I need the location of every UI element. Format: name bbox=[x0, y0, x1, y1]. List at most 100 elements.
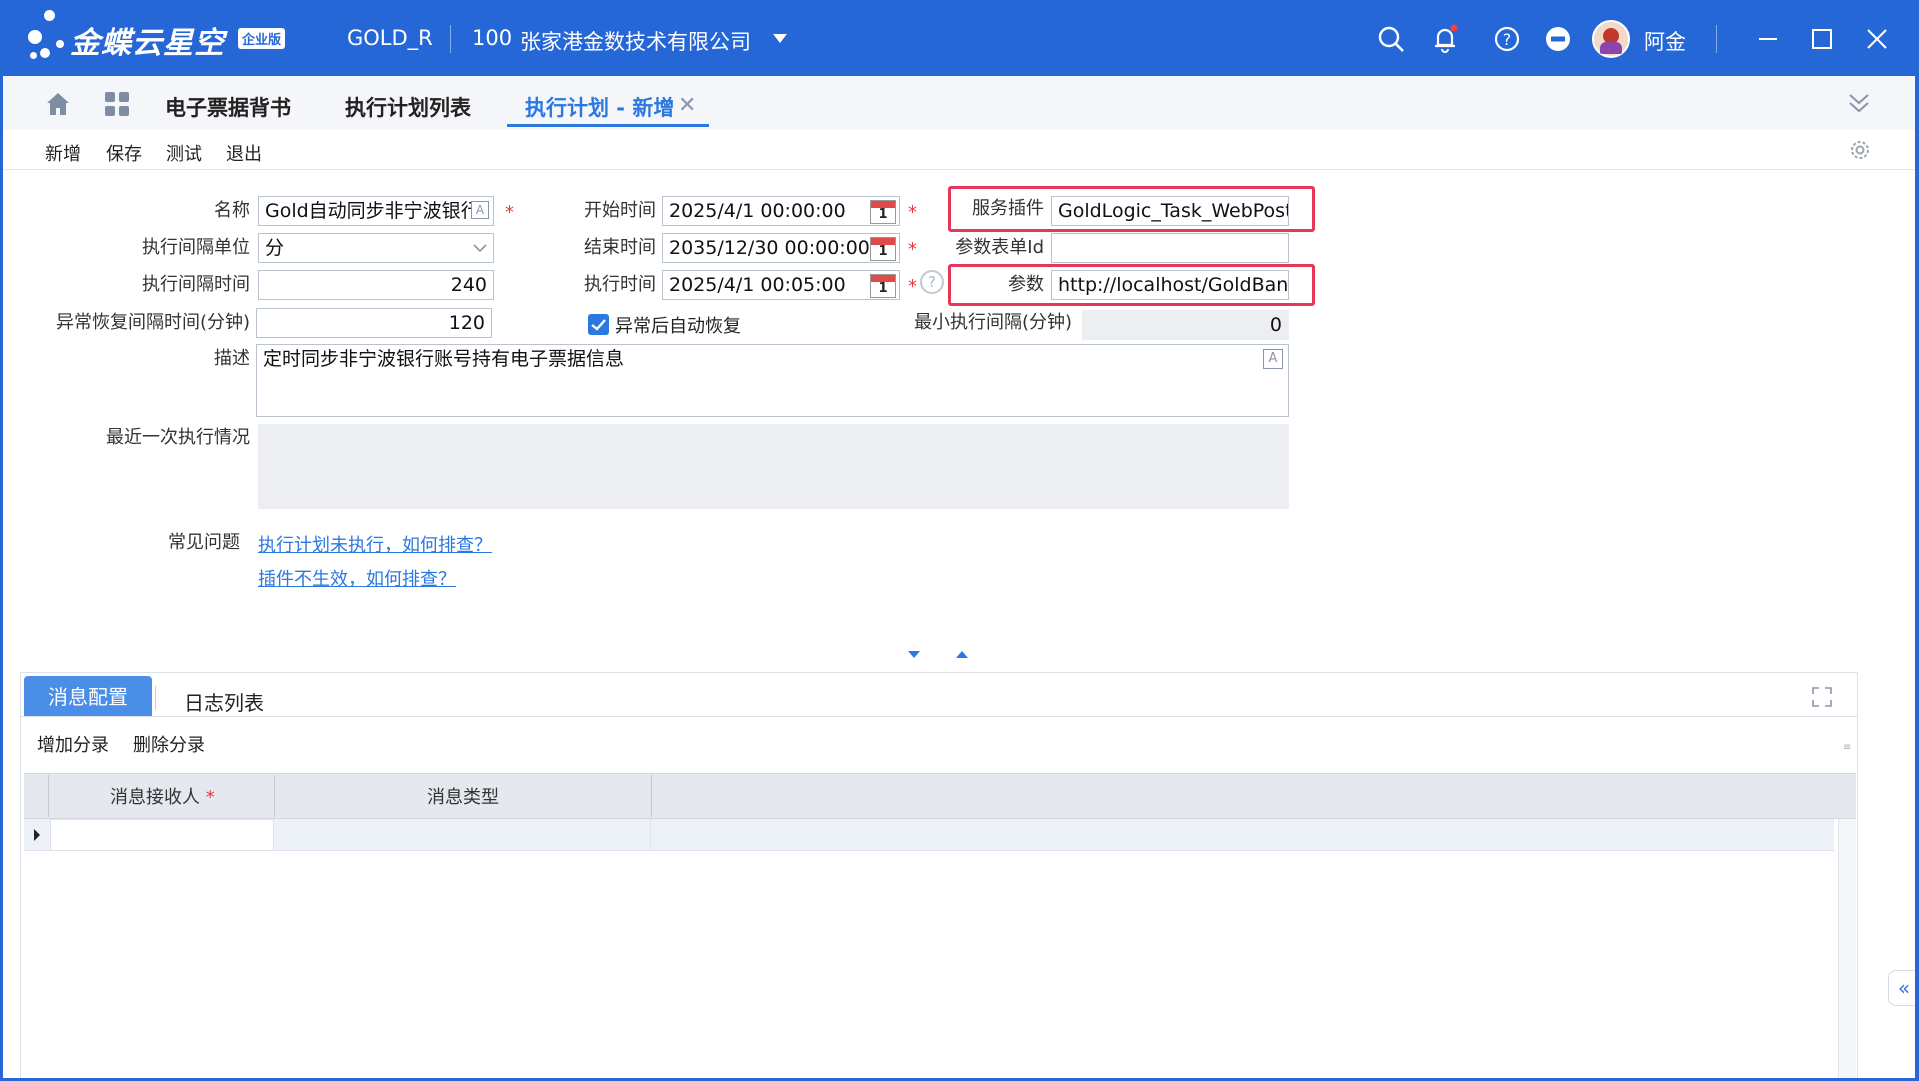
expand-icon[interactable] bbox=[1811, 686, 1833, 708]
param-form-id-input[interactable] bbox=[1051, 233, 1289, 263]
tab-plan-new[interactable]: 执行计划 - 新增 bbox=[525, 92, 674, 122]
recover-interval-label: 异常恢复间隔时间(分钟) bbox=[55, 312, 250, 333]
required-mark: * bbox=[908, 276, 917, 297]
toolbar: 新增 保存 测试 退出 bbox=[0, 130, 1919, 170]
tab-log-list[interactable]: 日志列表 bbox=[184, 687, 264, 716]
multilang-icon[interactable]: A bbox=[1263, 349, 1283, 369]
user-name[interactable]: 阿金 bbox=[1644, 26, 1686, 56]
interval-time-label: 执行间隔时间 bbox=[142, 274, 250, 295]
required-mark: * bbox=[908, 202, 917, 223]
required-mark: * bbox=[205, 787, 215, 808]
calendar-icon[interactable]: 1 bbox=[870, 200, 896, 224]
scrollbar[interactable] bbox=[1838, 819, 1856, 1081]
param-label: 参数 bbox=[1008, 274, 1044, 295]
col-message-type[interactable]: 消息类型 bbox=[427, 783, 499, 809]
end-time-input[interactable]: 2035/12/30 00:00:00 bbox=[662, 233, 900, 263]
multilang-icon[interactable]: A bbox=[471, 201, 489, 219]
org-dropdown-icon[interactable] bbox=[773, 34, 787, 43]
exit-button[interactable]: 退出 bbox=[226, 140, 262, 166]
search-icon[interactable] bbox=[1376, 24, 1406, 54]
add-entry-button[interactable]: 增加分录 bbox=[37, 731, 109, 757]
chevron-down-icon[interactable] bbox=[472, 240, 488, 256]
gear-icon[interactable] bbox=[1848, 138, 1872, 162]
grid-menu-icon[interactable]: ≡ bbox=[1843, 742, 1851, 753]
calendar-icon[interactable]: 1 bbox=[870, 237, 896, 261]
svg-text:?: ? bbox=[1503, 30, 1512, 49]
collapse-down-icon[interactable] bbox=[908, 651, 920, 658]
name-input[interactable]: Gold自动同步非宁波银行 bbox=[258, 196, 494, 226]
tab-message-config[interactable]: 消息配置 bbox=[24, 676, 152, 716]
avatar[interactable] bbox=[1592, 20, 1630, 58]
tab-e-bill-endorse[interactable]: 电子票据背书 bbox=[165, 92, 291, 122]
end-time-label: 结束时间 bbox=[584, 237, 656, 258]
name-label: 名称 bbox=[214, 200, 250, 221]
grid-header bbox=[24, 773, 1856, 819]
chevron-double-down-icon[interactable] bbox=[1846, 90, 1872, 116]
bell-icon[interactable] bbox=[1430, 24, 1460, 54]
start-time-input[interactable]: 2025/4/1 00:00:00 bbox=[662, 196, 900, 226]
interval-unit-select[interactable]: 分 bbox=[258, 233, 494, 263]
exec-time-label: 执行时间 bbox=[584, 274, 656, 295]
minus-circle-icon[interactable] bbox=[1543, 24, 1573, 54]
auto-recover-label[interactable]: 异常后自动恢复 bbox=[615, 312, 741, 338]
divider bbox=[20, 716, 1858, 717]
last-exec-label: 最近一次执行情况 bbox=[106, 427, 250, 448]
edition-badge: 企业版 bbox=[238, 28, 286, 49]
tab-close-icon[interactable]: ✕ bbox=[678, 93, 696, 118]
min-interval-label: 最小执行间隔(分钟) bbox=[913, 312, 1072, 333]
service-plugin-input[interactable]: GoldLogic_Task_WebPost.G bbox=[1051, 196, 1289, 226]
divider bbox=[155, 686, 156, 710]
active-tab-indicator bbox=[507, 124, 709, 127]
auto-recover-checkbox[interactable] bbox=[588, 314, 609, 335]
min-interval-value: 0 bbox=[1082, 310, 1289, 340]
title-bar: 金蝶云星空 企业版 GOLD_R 100 张家港金数技术有限公司 ? 阿金 bbox=[0, 0, 1919, 76]
message-type-cell[interactable] bbox=[274, 819, 651, 851]
bottom-panel bbox=[20, 672, 1858, 1081]
faq-link-plan-not-run[interactable]: 执行计划未执行，如何排查？ bbox=[258, 531, 492, 557]
org-name[interactable]: 张家港金数技术有限公司 bbox=[520, 26, 751, 56]
interval-unit-value: 分 bbox=[265, 237, 285, 259]
test-button[interactable]: 测试 bbox=[166, 140, 202, 166]
org-code[interactable]: 100 bbox=[472, 26, 512, 50]
logo-text: 金蝶云星空 bbox=[70, 26, 225, 61]
tab-plan-list[interactable]: 执行计划列表 bbox=[345, 92, 471, 122]
exec-time-input[interactable]: 2025/4/1 00:05:00 bbox=[662, 270, 900, 300]
row-pointer-icon bbox=[34, 829, 40, 841]
last-exec-box bbox=[258, 424, 1289, 509]
apps-icon[interactable] bbox=[104, 91, 130, 117]
faq-label: 常见问题 bbox=[168, 532, 240, 553]
interval-time-input[interactable]: 240 bbox=[258, 270, 494, 300]
database-name[interactable]: GOLD_R bbox=[347, 26, 433, 50]
divider bbox=[1716, 25, 1717, 53]
tab-bar: 电子票据背书 执行计划列表 执行计划 - 新增 ✕ bbox=[0, 76, 1919, 130]
required-mark: * bbox=[908, 239, 917, 260]
expand-up-icon[interactable] bbox=[956, 651, 968, 658]
grid-col-separator bbox=[274, 775, 275, 817]
col-receiver[interactable]: 消息接收人 * bbox=[110, 783, 215, 809]
grid-col-separator bbox=[48, 775, 49, 817]
start-time-label: 开始时间 bbox=[584, 200, 656, 221]
minimize-icon[interactable] bbox=[1753, 24, 1783, 54]
param-form-id-label: 参数表单Id bbox=[955, 237, 1044, 258]
home-icon[interactable] bbox=[44, 90, 72, 118]
calendar-icon[interactable]: 1 bbox=[870, 274, 896, 298]
save-button[interactable]: 保存 bbox=[106, 140, 142, 166]
param-input[interactable]: http://localhost/GoldBank/ bbox=[1051, 270, 1289, 300]
maximize-icon[interactable] bbox=[1807, 24, 1837, 54]
col-receiver-label: 消息接收人 bbox=[110, 787, 200, 808]
desc-label: 描述 bbox=[214, 348, 250, 369]
required-mark: * bbox=[505, 202, 514, 223]
delete-entry-button[interactable]: 删除分录 bbox=[133, 731, 205, 757]
recover-interval-input[interactable]: 120 bbox=[256, 308, 492, 338]
interval-unit-label: 执行间隔单位 bbox=[142, 237, 250, 258]
window-border bbox=[0, 76, 3, 1081]
faq-link-plugin-not-working[interactable]: 插件不生效，如何排查？ bbox=[258, 565, 456, 591]
help-icon[interactable]: ? bbox=[1492, 24, 1522, 54]
new-button[interactable]: 新增 bbox=[45, 140, 81, 166]
receiver-cell[interactable] bbox=[50, 819, 274, 851]
divider bbox=[450, 25, 451, 53]
help-icon[interactable]: ? bbox=[920, 270, 944, 294]
close-icon[interactable] bbox=[1862, 24, 1892, 54]
desc-textarea[interactable]: 定时同步非宁波银行账号持有电子票据信息 bbox=[256, 344, 1289, 417]
service-plugin-label: 服务插件 bbox=[972, 198, 1044, 219]
